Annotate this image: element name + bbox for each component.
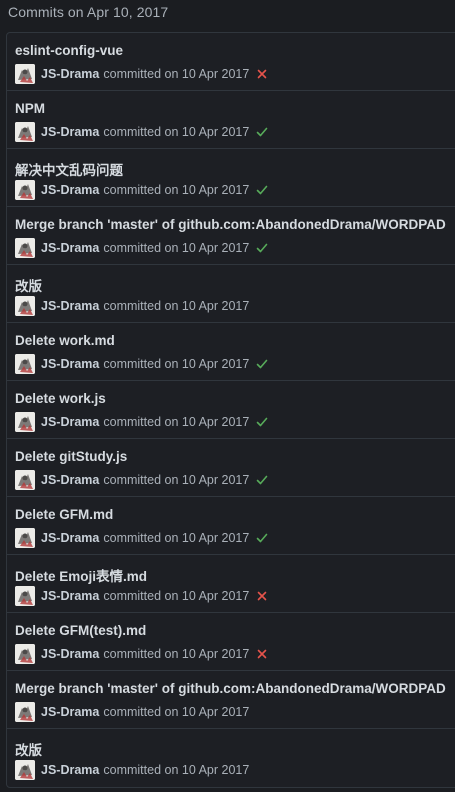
check-icon[interactable]	[255, 415, 269, 429]
commit-date: committed on 10 Apr 2017	[103, 589, 250, 603]
commit-item[interactable]: Merge branch 'master' of github.com:Aban…	[7, 207, 455, 265]
commit-meta: JS-Drama committed on 10 Apr 2017	[15, 296, 249, 316]
commit-author[interactable]: JS-Drama	[41, 763, 99, 777]
commit-item[interactable]: 改版 JS-Drama committed on 10 Apr 2017	[7, 729, 455, 787]
commit-item[interactable]: Delete Emoji表情.md JS-Drama committed on …	[7, 555, 455, 613]
avatar[interactable]	[15, 64, 35, 84]
commit-meta: JS-Drama committed on 10 Apr 2017	[15, 586, 269, 606]
commit-message[interactable]: Merge branch 'master' of github.com:Aban…	[15, 217, 446, 232]
commit-meta: JS-Drama committed on 10 Apr 2017	[15, 180, 269, 200]
check-icon[interactable]	[255, 241, 269, 255]
commit-author[interactable]: JS-Drama	[41, 357, 99, 371]
commit-author[interactable]: JS-Drama	[41, 473, 99, 487]
commit-date: committed on 10 Apr 2017	[103, 647, 250, 661]
commit-message[interactable]: Delete GFM(test).md	[15, 623, 146, 638]
commit-author[interactable]: JS-Drama	[41, 705, 99, 719]
commit-date: committed on 10 Apr 2017	[103, 125, 250, 139]
commit-meta: JS-Drama committed on 10 Apr 2017	[15, 354, 269, 374]
commit-date: committed on 10 Apr 2017	[103, 705, 250, 719]
commit-item[interactable]: Delete GFM.md JS-Drama committed on 10 A…	[7, 497, 455, 555]
commit-author[interactable]: JS-Drama	[41, 589, 99, 603]
avatar[interactable]	[15, 760, 35, 780]
commit-message[interactable]: 改版	[15, 739, 42, 759]
avatar[interactable]	[15, 528, 35, 548]
commit-date: committed on 10 Apr 2017	[103, 531, 250, 545]
commit-message[interactable]: Delete GFM.md	[15, 507, 113, 522]
commit-message[interactable]: Delete Emoji表情.md	[15, 565, 147, 585]
commit-meta: JS-Drama committed on 10 Apr 2017	[15, 760, 249, 780]
avatar[interactable]	[15, 122, 35, 142]
avatar[interactable]	[15, 180, 35, 200]
commit-meta: JS-Drama committed on 10 Apr 2017	[15, 64, 269, 84]
check-icon[interactable]	[255, 531, 269, 545]
commit-message[interactable]: eslint-config-vue	[15, 43, 123, 58]
avatar[interactable]	[15, 296, 35, 316]
commit-item[interactable]: 解决中文乱码问题 JS-Drama committed on 10 Apr 20…	[7, 149, 455, 207]
commit-message[interactable]: 改版	[15, 275, 42, 295]
commit-date: committed on 10 Apr 2017	[103, 473, 250, 487]
commit-date: committed on 10 Apr 2017	[103, 183, 250, 197]
commit-message[interactable]: Delete gitStudy.js	[15, 449, 127, 464]
commit-message[interactable]: Merge branch 'master' of github.com:Aban…	[15, 681, 446, 696]
avatar[interactable]	[15, 412, 35, 432]
commit-meta: JS-Drama committed on 10 Apr 2017	[15, 528, 269, 548]
commit-date: committed on 10 Apr 2017	[103, 415, 250, 429]
commit-item[interactable]: 改版 JS-Drama committed on 10 Apr 2017	[7, 265, 455, 323]
x-icon[interactable]	[255, 589, 269, 603]
avatar[interactable]	[15, 644, 35, 664]
check-icon[interactable]	[255, 473, 269, 487]
commit-meta: JS-Drama committed on 10 Apr 2017	[15, 238, 269, 258]
avatar[interactable]	[15, 470, 35, 490]
commit-item[interactable]: Delete work.md JS-Drama committed on 10 …	[7, 323, 455, 381]
commit-meta: JS-Drama committed on 10 Apr 2017	[15, 470, 269, 490]
commit-author[interactable]: JS-Drama	[41, 67, 99, 81]
commit-message[interactable]: 解决中文乱码问题	[15, 159, 123, 179]
commit-date: committed on 10 Apr 2017	[103, 299, 250, 313]
commit-item[interactable]: Delete gitStudy.js JS-Drama committed on…	[7, 439, 455, 497]
commit-author[interactable]: JS-Drama	[41, 415, 99, 429]
commit-author[interactable]: JS-Drama	[41, 241, 99, 255]
commit-date: committed on 10 Apr 2017	[103, 67, 250, 81]
commit-author[interactable]: JS-Drama	[41, 531, 99, 545]
commit-meta: JS-Drama committed on 10 Apr 2017	[15, 412, 269, 432]
commit-author[interactable]: JS-Drama	[41, 647, 99, 661]
commit-item[interactable]: eslint-config-vue JS-Drama committed on …	[7, 33, 455, 91]
page-title: Commits on Apr 10, 2017	[8, 4, 169, 20]
x-icon[interactable]	[255, 647, 269, 661]
commit-author[interactable]: JS-Drama	[41, 183, 99, 197]
commit-message[interactable]: Delete work.md	[15, 333, 115, 348]
commit-item[interactable]: Delete work.js JS-Drama committed on 10 …	[7, 381, 455, 439]
commit-list: eslint-config-vue JS-Drama committed on …	[6, 32, 455, 788]
commit-message[interactable]: NPM	[15, 101, 45, 116]
commit-item[interactable]: Delete GFM(test).md JS-Drama committed o…	[7, 613, 455, 671]
commit-item[interactable]: NPM JS-Drama committed on 10 Apr 2017	[7, 91, 455, 149]
commit-meta: JS-Drama committed on 10 Apr 2017	[15, 644, 269, 664]
check-icon[interactable]	[255, 357, 269, 371]
avatar[interactable]	[15, 354, 35, 374]
commit-author[interactable]: JS-Drama	[41, 299, 99, 313]
avatar[interactable]	[15, 586, 35, 606]
commit-meta: JS-Drama committed on 10 Apr 2017	[15, 122, 269, 142]
check-icon[interactable]	[255, 183, 269, 197]
commit-date: committed on 10 Apr 2017	[103, 241, 250, 255]
check-icon[interactable]	[255, 125, 269, 139]
commit-item[interactable]: Merge branch 'master' of github.com:Aban…	[7, 671, 455, 729]
commit-message[interactable]: Delete work.js	[15, 391, 106, 406]
commit-meta: JS-Drama committed on 10 Apr 2017	[15, 702, 249, 722]
commit-date: committed on 10 Apr 2017	[103, 357, 250, 371]
avatar[interactable]	[15, 702, 35, 722]
commit-date: committed on 10 Apr 2017	[103, 763, 250, 777]
x-icon[interactable]	[255, 67, 269, 81]
avatar[interactable]	[15, 238, 35, 258]
commit-author[interactable]: JS-Drama	[41, 125, 99, 139]
